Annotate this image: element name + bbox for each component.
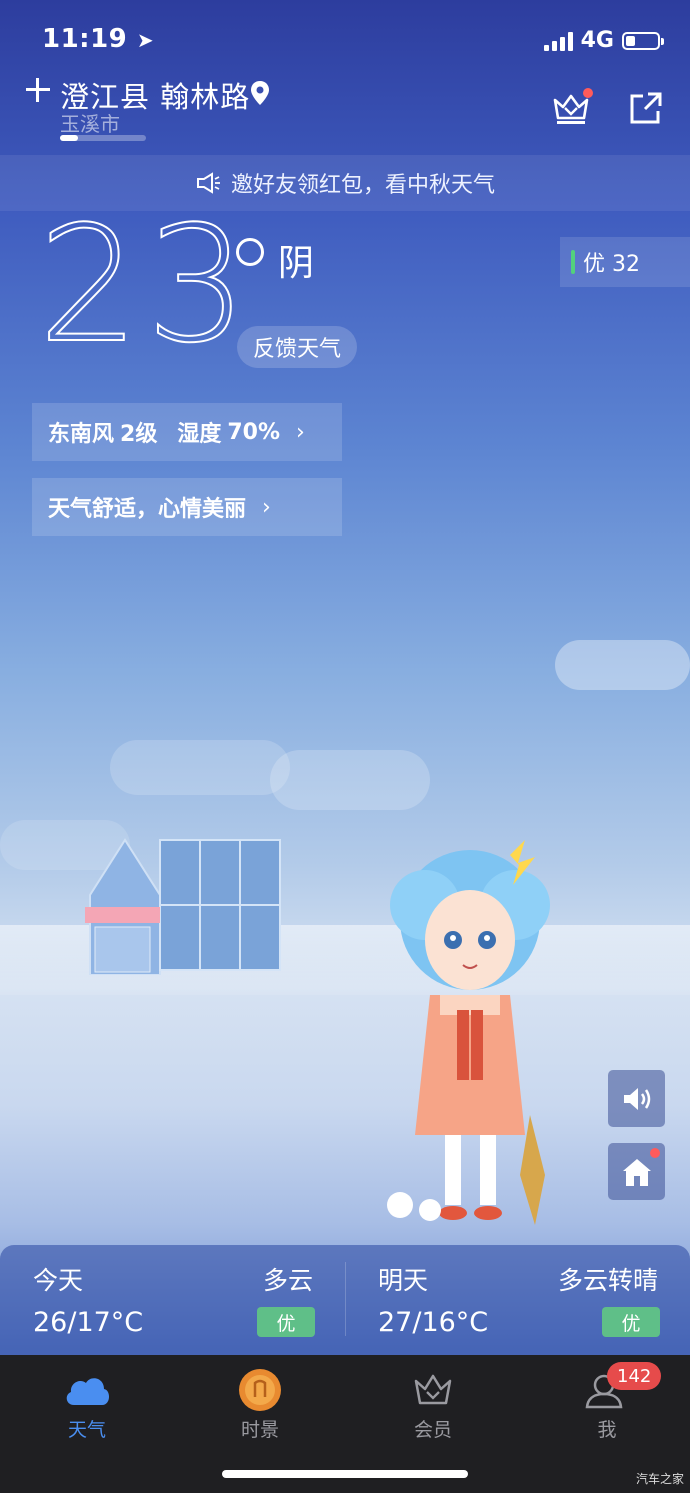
cloud-decoration	[555, 640, 690, 690]
aqi-label: 优 32	[583, 252, 640, 277]
status-indicators: 4G	[543, 28, 664, 53]
forecast-day-label: 今天	[33, 1266, 84, 1295]
forecast-tomorrow[interactable]: 明天 多云转晴 27/16°C 优	[345, 1245, 690, 1355]
forecast-day-label: 明天	[378, 1266, 429, 1295]
humidity-value: 70%	[227, 419, 281, 445]
aqi-indicator-bar	[571, 250, 575, 274]
profile-notification-badge: 142	[607, 1362, 662, 1390]
network-type: 4G	[580, 28, 614, 53]
wind-level: 2级	[120, 422, 158, 447]
notification-dot	[583, 88, 593, 98]
forecast-temp: 27/16°C	[378, 1307, 489, 1338]
current-condition: 阴	[278, 243, 315, 284]
home-indicator[interactable]	[222, 1470, 468, 1478]
wind-direction: 东南风	[48, 422, 115, 447]
tab-label: 时景	[240, 1419, 279, 1441]
battery-icon	[622, 31, 664, 50]
home-icon	[622, 1158, 651, 1186]
forecast-aqi-badge: 优	[257, 1307, 315, 1337]
status-time: 11:19 ➤	[42, 24, 155, 54]
comfort-tip-pill[interactable]: 天气舒适，心情美丽 ›	[32, 478, 342, 536]
forecast-aqi-badge: 优	[602, 1307, 660, 1337]
forecast-condition: 多云	[262, 1266, 313, 1295]
crown-icon	[414, 1374, 452, 1405]
humidity-label: 湿度	[177, 422, 222, 447]
location-arrow-icon: ➤	[136, 28, 155, 52]
degree-symbol	[236, 238, 264, 266]
mooncake-icon	[239, 1369, 281, 1411]
feedback-button[interactable]: 反馈天气	[237, 326, 358, 368]
watermark: 汽车之家	[635, 1472, 684, 1486]
signal-icon	[543, 31, 573, 51]
tab-weather[interactable]: 天气	[27, 1365, 147, 1442]
cloud-decoration	[270, 750, 430, 810]
tab-label: 会员	[413, 1419, 452, 1441]
home-scene-button[interactable]	[608, 1143, 665, 1200]
cloud-icon	[66, 1378, 110, 1405]
tab-label: 我	[597, 1419, 617, 1441]
forecast-divider	[345, 1262, 346, 1336]
notification-dot	[650, 1148, 660, 1158]
comfort-tip: 天气舒适，心情美丽	[48, 497, 247, 522]
current-temperature: 23	[37, 191, 254, 378]
speaker-icon	[623, 1087, 650, 1110]
tab-label: 天气	[67, 1419, 106, 1441]
mascot-character	[387, 840, 550, 1225]
aqi-badge[interactable]: 优 32	[560, 237, 690, 287]
tab-scenery[interactable]: 时景	[200, 1365, 320, 1442]
forecast-condition: 多云转晴	[557, 1266, 658, 1295]
forecast-temp: 26/17°C	[33, 1307, 144, 1338]
forecast-today[interactable]: 今天 多云 26/17°C 优	[0, 1245, 345, 1355]
voice-broadcast-button[interactable]	[608, 1070, 665, 1127]
add-city-button[interactable]	[24, 76, 52, 104]
location-pin-icon	[251, 81, 269, 105]
wind-humidity-pill[interactable]: 东南风 2级 湿度 70% ›	[32, 403, 342, 461]
tab-membership[interactable]: 会员	[373, 1365, 493, 1442]
chevron-right-icon: ›	[262, 494, 271, 520]
city-name: 玉溪市	[60, 112, 120, 136]
chevron-right-icon: ›	[296, 419, 305, 445]
banner-text: 邀好友领红包，看中秋天气	[230, 173, 495, 198]
vip-crown-button[interactable]	[550, 88, 593, 128]
greenhouse-illustration	[85, 838, 281, 975]
page-indicator-active	[60, 135, 78, 141]
cloud-decoration	[110, 740, 290, 795]
share-icon[interactable]	[628, 90, 664, 126]
